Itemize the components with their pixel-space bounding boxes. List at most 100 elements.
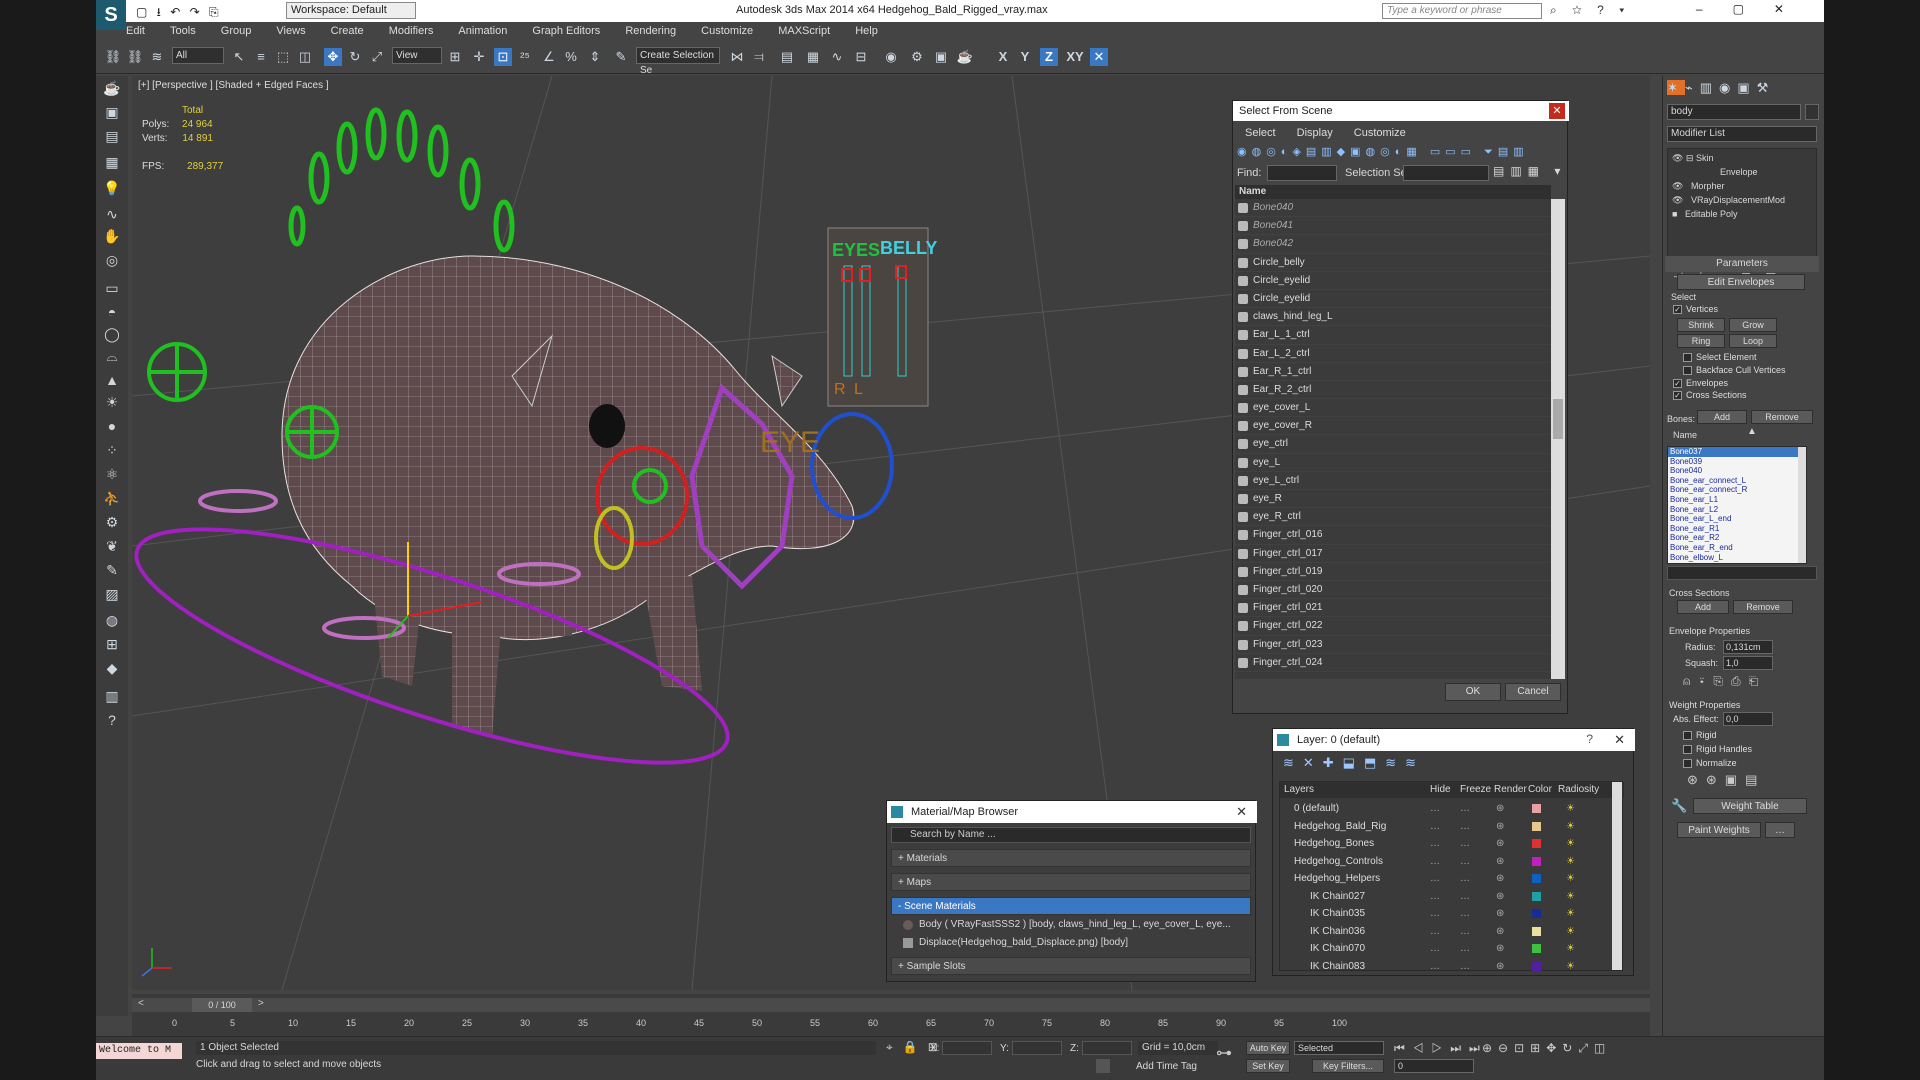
layer-tool-icons[interactable]: ≋✕✚⬓⬒≋≋ [1283,755,1425,771]
paint-weights-button[interactable]: Paint Weights [1677,822,1761,838]
menu-create[interactable]: Create [331,22,364,40]
layer-color-swatch[interactable] [1532,944,1541,953]
sfs-list-item[interactable]: Bone042 [1235,235,1551,254]
cup-icon[interactable]: ⌓ [103,348,121,366]
select-object-icon[interactable]: ↖ [230,48,248,66]
layer-color-swatch[interactable] [1532,856,1541,866]
layer-row[interactable]: Hedgehog_Controls … … ⊛ ☀ [1280,853,1610,871]
sfs-list-item[interactable]: eye_L_ctrl [1235,472,1551,490]
layer-row[interactable]: Hedgehog_Bones … … ⊛ ☀ [1280,835,1610,853]
layer-radiosity-icon[interactable]: ☀ [1566,853,1575,870]
parameters-rollout[interactable]: Parameters [1665,256,1819,272]
loop-button[interactable]: Loop [1729,334,1777,348]
playback-controls[interactable]: ⏮◁▷⏭⏭ [1394,1041,1488,1056]
percent-snap-icon[interactable]: % [562,48,580,66]
sfs-menu-customize[interactable]: Customize [1354,127,1406,139]
menu-edit[interactable]: Edit [126,22,145,40]
backface-cull-checkbox[interactable]: Backface Cull Vertices [1683,365,1786,376]
layer-row[interactable]: IK Chain083 … … ⊛ ☀ [1280,958,1610,976]
viewport-label[interactable]: [+] [Perspective ] [Shaded + Edged Faces… [138,80,329,91]
layer-color-swatch[interactable] [1532,961,1541,971]
time-slider[interactable]: < 0 / 100 > [132,998,1650,1012]
unlink-icon[interactable]: ⛓ [126,48,144,66]
selection-filter-dropdown[interactable]: All [172,47,224,64]
modifier-list-dropdown[interactable]: Modifier List [1667,126,1817,142]
bone-list-item[interactable]: Bone_ear_L_end [1668,514,1798,524]
keyboard-shortcut-override-icon[interactable]: ⊡ [494,48,512,66]
col-color[interactable]: Color [1528,782,1552,798]
schematic-view-icon[interactable]: ⊟ [852,48,870,66]
set-key-button[interactable]: Set Key [1246,1059,1290,1073]
ring-button[interactable]: Ring [1677,334,1725,348]
transform-icon[interactable]: ⊞ [103,636,121,654]
rigid-handles-checkbox[interactable]: Rigid Handles [1683,744,1752,755]
bone-list-item[interactable]: Bone_ear_L1 [1668,495,1798,505]
layer-render-icon[interactable]: ⊛ [1496,905,1504,922]
layer-row[interactable]: Hedgehog_Helpers … … ⊛ ☀ [1280,870,1610,888]
wrench-icon[interactable]: 🔧 [1671,798,1687,814]
axis-x-button[interactable]: X [994,48,1012,66]
prev-frame-icon[interactable]: < [138,998,144,1009]
help-icon[interactable]: ? [1586,732,1593,746]
manipulate-icon[interactable]: ✛ [470,48,488,66]
layer-render-icon[interactable]: ⊛ [1496,940,1504,957]
cancel-button[interactable]: Cancel [1505,683,1561,701]
window-controls[interactable]: –▢✕ [1696,2,1814,16]
reference-coord-dropdown[interactable]: View [392,47,442,64]
abs-effect-spinner[interactable]: 0,0 [1723,712,1773,726]
sphere-icon[interactable]: ● [103,418,121,436]
figure-icon[interactable]: ⛹ [103,490,121,508]
radius-spinner[interactable]: 0,131cm [1723,640,1773,654]
layer-icon[interactable]: ▤ [103,128,121,146]
axis-y-button[interactable]: Y [1016,48,1034,66]
sort-arrow-icon[interactable]: ▲ [1747,426,1757,437]
menu-help[interactable]: Help [855,22,878,40]
layer-hide-toggle[interactable]: … [1430,800,1440,817]
window-crossing-icon[interactable]: ◫ [296,48,314,66]
angle-snap-icon[interactable]: ∠ [540,48,558,66]
selection-set-dropdown[interactable] [1403,165,1489,181]
stack-envelope[interactable]: Envelope [1672,165,1812,179]
layer-render-icon[interactable]: ⊛ [1496,800,1504,817]
rotate-icon[interactable]: ↻ [346,48,364,66]
bones-name-column[interactable]: Name [1673,430,1697,440]
mirror-icon[interactable]: ⋈ [728,48,746,66]
sfs-list-item[interactable]: Ear_L_2_ctrl [1235,345,1551,363]
col-radiosity[interactable]: Radiosity [1558,782,1599,798]
torus-icon[interactable]: ◯ [103,326,121,344]
mmb-search-input[interactable]: Search by Name ... [891,827,1251,843]
layer-color-swatch[interactable] [1532,821,1541,831]
envelope-tool-icons[interactable]: ⍝⍣⎘⎙⎗ [1683,674,1766,689]
layer-render-icon[interactable]: ⊛ [1496,958,1504,975]
layer-color-swatch[interactable] [1532,909,1541,918]
sfs-list-item[interactable]: Circle_eyelid [1235,290,1551,309]
align-icon[interactable]: ⫤ [750,48,768,66]
hand-icon[interactable]: ✋ [103,228,121,246]
render-icon[interactable]: ▣ [103,104,121,122]
layer-render-icon[interactable]: ⊛ [1496,923,1504,940]
layer-freeze-toggle[interactable]: … [1460,800,1470,817]
layer-freeze-toggle[interactable]: … [1460,888,1470,905]
sfs-list-item[interactable]: eye_cover_L [1235,399,1551,418]
squash-spinner[interactable]: 1,0 [1723,656,1773,670]
material-editor-icon[interactable]: ◉ [882,48,900,66]
edit-named-selection-icon[interactable]: ✎ [612,48,630,66]
layer-row[interactable]: IK Chain027 … … ⊛ ☀ [1280,888,1610,906]
app-logo-icon[interactable]: S [96,0,126,30]
menu-customize[interactable]: Customize [701,22,753,40]
sfs-list-item[interactable]: eye_ctrl [1235,435,1551,454]
layer-scrollbar[interactable] [1612,782,1622,970]
timeline-ruler[interactable]: 0 5 10 15 20 25 30 35 40 45 50 55 60 65 70 75 80 85 90 95 10… [172,1014,1372,1034]
time-slider-thumb[interactable]: 0 / 100 [192,998,252,1012]
layer-hide-toggle[interactable]: … [1430,905,1440,922]
viewport-nav-controls[interactable]: ⊕⊖⊡⊞✥↻⤢◫ [1482,1041,1611,1056]
layer-radiosity-icon[interactable]: ☀ [1566,923,1575,940]
layer-radiosity-icon[interactable]: ☀ [1566,958,1575,975]
layer-manager-icon[interactable]: ▤ [778,48,796,66]
layer-render-icon[interactable]: ⊛ [1496,888,1504,905]
sfs-menu-select[interactable]: Select [1245,127,1276,139]
shrink-button[interactable]: Shrink [1677,318,1725,332]
remove-cross-section-button[interactable]: Remove [1733,600,1793,614]
select-by-name-icon[interactable]: ≡ [252,48,270,66]
sfs-list-item[interactable]: Finger_ctrl_023 [1235,636,1551,654]
